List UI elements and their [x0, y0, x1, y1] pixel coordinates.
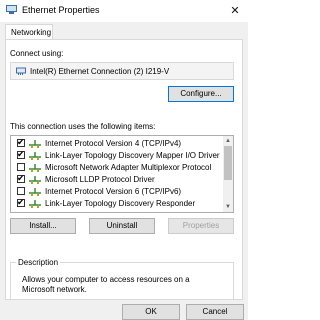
- description-text: Allows your computer to access resources…: [22, 275, 190, 294]
- list-item[interactable]: Microsoft Network Adapter Multiplexor Pr…: [11, 162, 225, 173]
- item-checkbox[interactable]: [17, 187, 25, 195]
- protocol-icon: [29, 140, 41, 148]
- check-mark-icon: ✔: [17, 197, 25, 207]
- tab-networking[interactable]: Networking: [5, 24, 53, 40]
- list-item[interactable]: ✔ Link-Layer Topology Discovery Responde…: [11, 197, 225, 209]
- dialog-body: Networking Connect using: Intel(R) Ether…: [0, 22, 248, 320]
- item-label: Microsoft Network Adapter Multiplexor Pr…: [45, 163, 212, 172]
- tab-strip: Networking: [0, 22, 248, 40]
- list-scrollbar[interactable]: ▲ ▼: [223, 136, 233, 212]
- list-item[interactable]: Internet Protocol Version 6 (TCP/IPv6): [11, 186, 225, 197]
- item-checkbox[interactable]: [17, 163, 25, 171]
- description-title: Description: [16, 258, 61, 267]
- dialog-footer: OK Cancel: [0, 300, 248, 320]
- item-checkbox[interactable]: ✔: [17, 197, 25, 207]
- check-mark-icon: ✔: [17, 149, 25, 159]
- items-list[interactable]: ✔ Internet Protocol Version 4 (TCP/IPv4)…: [10, 135, 234, 213]
- item-label: Internet Protocol Version 6 (TCP/IPv6): [45, 187, 182, 196]
- check-mark-icon: ✔: [17, 137, 25, 147]
- title-bar: Ethernet Properties ✕: [0, 0, 248, 22]
- scroll-down-icon[interactable]: ▼: [223, 202, 233, 212]
- close-icon: ✕: [230, 4, 240, 17]
- scroll-thumb[interactable]: [224, 146, 232, 180]
- protocol-icon: [29, 200, 41, 208]
- protocol-icon: [29, 152, 41, 160]
- list-item[interactable]: ✔ Internet Protocol Version 4 (TCP/IPv4): [11, 137, 225, 149]
- item-label: Microsoft LLDP Protocol Driver: [45, 175, 155, 184]
- items-label: This connection uses the following items…: [10, 122, 156, 131]
- item-checkbox[interactable]: ✔: [17, 149, 25, 159]
- cancel-button[interactable]: Cancel: [186, 304, 244, 320]
- protocol-icon: [29, 188, 41, 196]
- adapter-field: Intel(R) Ethernet Connection (2) I219-V: [10, 62, 234, 80]
- item-label: Link-Layer Topology Discovery Mapper I/O…: [45, 151, 220, 160]
- list-item[interactable]: ✔ Link-Layer Topology Discovery Mapper I…: [11, 149, 225, 161]
- window-title: Ethernet Properties: [22, 5, 100, 15]
- configure-button[interactable]: Configure...: [168, 86, 234, 102]
- network-card-icon: [16, 67, 26, 75]
- check-mark-icon: ✔: [17, 173, 25, 183]
- item-checkbox[interactable]: ✔: [17, 173, 25, 183]
- ok-button[interactable]: OK: [122, 304, 180, 320]
- list-item[interactable]: ✔ Microsoft LLDP Protocol Driver: [11, 173, 225, 185]
- close-button[interactable]: ✕: [222, 0, 248, 20]
- protocol-icon: [29, 176, 41, 184]
- item-label: Link-Layer Topology Discovery Responder: [45, 199, 196, 208]
- connect-using-label: Connect using:: [10, 49, 64, 58]
- properties-button[interactable]: Properties: [168, 218, 234, 234]
- adapter-name: Intel(R) Ethernet Connection (2) I219-V: [30, 67, 170, 76]
- item-label: Internet Protocol Version 4 (TCP/IPv4): [45, 139, 182, 148]
- uninstall-button[interactable]: Uninstall: [89, 218, 155, 234]
- item-checkbox[interactable]: ✔: [17, 137, 25, 147]
- network-adapter-icon: [6, 5, 17, 14]
- install-button[interactable]: Install...: [10, 218, 76, 234]
- scroll-up-icon[interactable]: ▲: [223, 136, 233, 146]
- protocol-icon: [29, 164, 41, 172]
